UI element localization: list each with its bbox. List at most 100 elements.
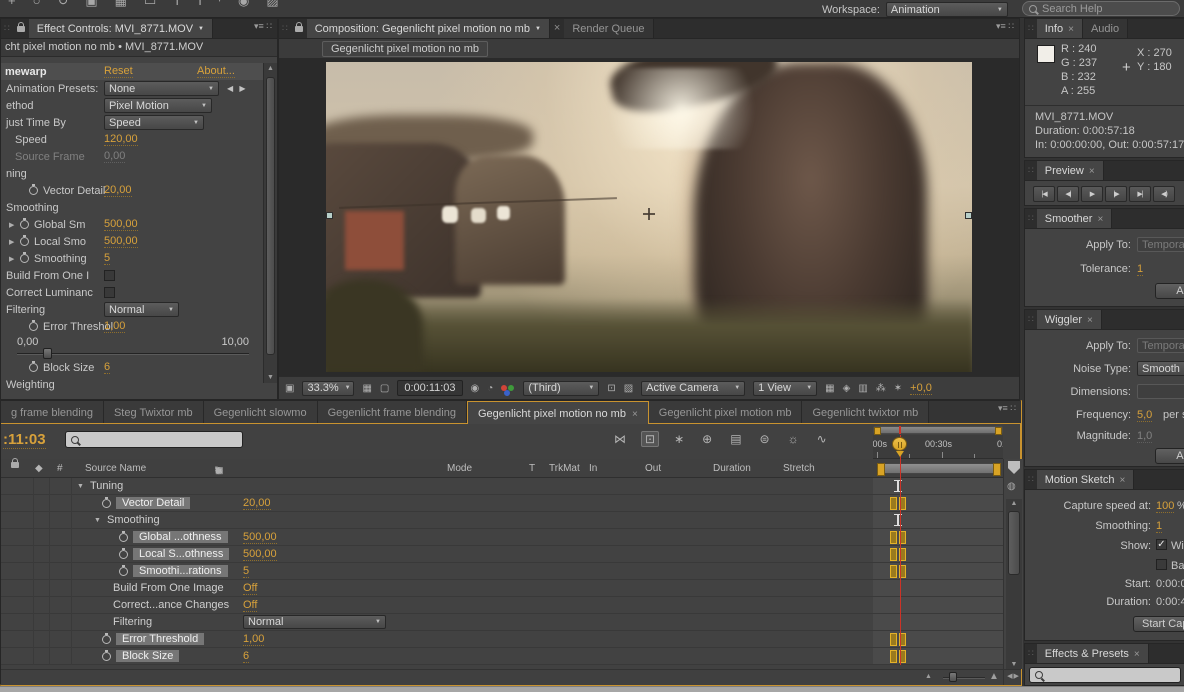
property-value[interactable]: 0,00 (104, 150, 126, 163)
property-value[interactable]: 1,00 (243, 633, 265, 646)
property-name[interactable]: Build From One Image (113, 582, 224, 594)
brainstorm-icon[interactable]: ⊜ (757, 432, 773, 446)
snapshot-icon[interactable]: ◉ (471, 383, 480, 394)
scroll-down-icon[interactable]: ▼ (1006, 661, 1022, 668)
exposure-value[interactable]: +0,0 (910, 382, 932, 395)
property-dropdown[interactable]: None ▼ (104, 81, 219, 96)
composition-viewport[interactable] (326, 62, 972, 372)
info-tab[interactable]: Info × (1036, 19, 1083, 38)
scrollbar-thumb[interactable] (1008, 511, 1020, 575)
stopwatch-icon[interactable] (119, 530, 128, 542)
panel-grip[interactable]: ∷ (1025, 164, 1037, 177)
property-dropdown[interactable]: Normal ▼ (243, 615, 386, 629)
panel-menu-icon[interactable]: ▾≡ ∷ (993, 401, 1021, 423)
panel-grip[interactable]: ∷ (1025, 313, 1037, 326)
property-slider[interactable]: 0,00 10,00 (1, 335, 263, 359)
timeline-property-row[interactable]: Filtering Normal ▼ (1, 614, 1003, 631)
layer-handle[interactable] (326, 212, 333, 219)
shy-layers-icon[interactable]: ∗ (671, 432, 687, 446)
property-dropdown[interactable]: Speed ▼ (104, 115, 204, 130)
stopwatch-icon[interactable] (20, 235, 29, 246)
toggle-viewer-icon[interactable]: ▣ (285, 383, 294, 394)
effect-property-row[interactable]: ▶ Source Frame 0,00 ▼ (1, 148, 263, 165)
draft-3d-icon[interactable]: ⊡ (641, 431, 660, 447)
property-value[interactable]: 20,00 (243, 497, 271, 510)
effect-property-row[interactable]: ▶ Vector Detail 20,00 ▼ (1, 182, 263, 199)
timeline-property-row[interactable]: Global ...othness 500,00 ▼ (1, 529, 1003, 546)
timeline-property-row[interactable]: ▼ Tuning ▼ (1, 478, 1003, 495)
property-name[interactable]: Smoothi...rations (133, 565, 228, 577)
comp-marker-bin-icon[interactable] (1008, 461, 1020, 474)
transparency-grid-icon[interactable]: ▨ (624, 383, 633, 394)
scroll-up-icon[interactable]: ▲ (1006, 500, 1022, 507)
clone-stamp-tool-icon[interactable]: ◉ (238, 0, 249, 15)
panel-grip[interactable]: ∷ (279, 22, 291, 35)
work-area-bar[interactable] (877, 463, 1001, 476)
property-dropdown[interactable]: Normal ▼ (104, 302, 179, 317)
stopwatch-icon[interactable] (102, 649, 111, 661)
slider-thumb[interactable] (42, 348, 52, 359)
property-checkbox[interactable] (104, 287, 115, 298)
fast-previews-icon[interactable]: ◈ (843, 383, 851, 394)
stopwatch-icon[interactable] (102, 632, 111, 644)
close-icon[interactable]: × (1089, 166, 1095, 177)
effect-property-row[interactable]: ▶ Build From One I ▼ (1, 267, 263, 284)
timeline-search-input[interactable] (65, 431, 243, 448)
anchor-point-crosshair[interactable] (642, 207, 655, 220)
mini-flowchart-icon[interactable]: ⋈ (611, 432, 629, 446)
keyframe-marker[interactable] (890, 497, 912, 510)
timeline-button-icon[interactable]: ▥ (858, 383, 867, 394)
property-name[interactable]: Block Size (116, 650, 180, 662)
property-value[interactable]: 500,00 (104, 235, 138, 248)
property-value[interactable]: 1,00 (104, 320, 126, 333)
stopwatch-icon[interactable] (102, 496, 111, 508)
timeline-tab[interactable]: Gegenlicht slowmo× (203, 401, 318, 423)
effect-controls-tab[interactable]: Effect Controls: MVI_8771.MOV ▼ (28, 19, 213, 38)
about-link[interactable]: About... (197, 65, 235, 78)
timeline-property-row[interactable]: Vector Detail 20,00 ▼ (1, 495, 1003, 512)
preset-prev-next-icons[interactable]: ◀ ▶ (227, 84, 248, 93)
zoom-in-icon[interactable]: ▲ (989, 671, 999, 682)
close-icon[interactable]: × (1068, 24, 1074, 35)
smoother-tab[interactable]: Smoother × (1036, 209, 1113, 228)
keyframe-marker[interactable] (890, 531, 912, 544)
layer-handle[interactable] (965, 212, 972, 219)
close-icon[interactable]: × (1087, 315, 1093, 326)
previous-frame-button[interactable]: ◀| (1057, 186, 1079, 202)
audio-toggle-button[interactable]: ◀) (1153, 186, 1175, 202)
effect-property-row[interactable]: ▶ Correct Luminanc ▼ (1, 284, 263, 301)
target-region-icon[interactable]: ⊡ (607, 383, 615, 394)
property-value[interactable]: 20,00 (104, 184, 132, 197)
keyframe-marker[interactable] (890, 548, 912, 561)
rotation-tool-icon[interactable]: ↻ (57, 0, 68, 15)
audio-tab[interactable]: Audio (1082, 19, 1129, 38)
scroll-up-icon[interactable]: ▲ (264, 65, 277, 72)
pixel-aspect-icon[interactable]: ▦ (825, 383, 834, 394)
effect-property-row[interactable]: ▶ Block Size 6 ▼ (1, 359, 263, 376)
timeline-property-row[interactable]: Build From One Image Off ▼ (1, 580, 1003, 597)
zoom-tool-icon[interactable]: ○ (33, 0, 41, 15)
timeline-property-row[interactable]: Local S...othness 500,00 ▼ (1, 546, 1003, 563)
flowchart-icon[interactable]: ⁂ (876, 383, 886, 394)
keyframe-marker[interactable] (890, 565, 912, 578)
motion-blur-icon[interactable]: ▤ (727, 432, 744, 446)
scroll-down-icon[interactable]: ▼ (264, 374, 277, 381)
frequency-value[interactable]: 5,0 (1137, 409, 1153, 422)
property-value[interactable]: 500,00 (243, 531, 277, 544)
close-icon[interactable]: × (550, 19, 564, 38)
wireframe-checkbox[interactable]: ✓ (1156, 539, 1167, 550)
region-of-interest-icon[interactable]: ▢ (380, 383, 389, 394)
property-value[interactable]: 500,00 (104, 218, 138, 231)
pan-behind-tool-icon[interactable]: ▦ (115, 0, 127, 15)
help-search-input[interactable]: Search Help (1022, 1, 1180, 16)
panel-grip[interactable]: ∷ (1025, 647, 1037, 660)
stopwatch-icon[interactable] (119, 564, 128, 576)
timeline-tab[interactable]: Gegenlicht pixel motion no mb × (466, 401, 649, 424)
stopwatch-icon[interactable] (20, 218, 29, 229)
background-checkbox[interactable] (1156, 559, 1167, 570)
zoom-out-icon[interactable]: ▲ (925, 673, 932, 680)
effect-property-row[interactable]: ▶ ning ▼ (1, 165, 263, 182)
effect-property-row[interactable]: ▶ Smoothing ▼ (1, 199, 263, 216)
auto-keyframe-icon[interactable]: ☼ (785, 432, 802, 446)
graph-editor-icon[interactable]: ∿ (814, 432, 830, 446)
